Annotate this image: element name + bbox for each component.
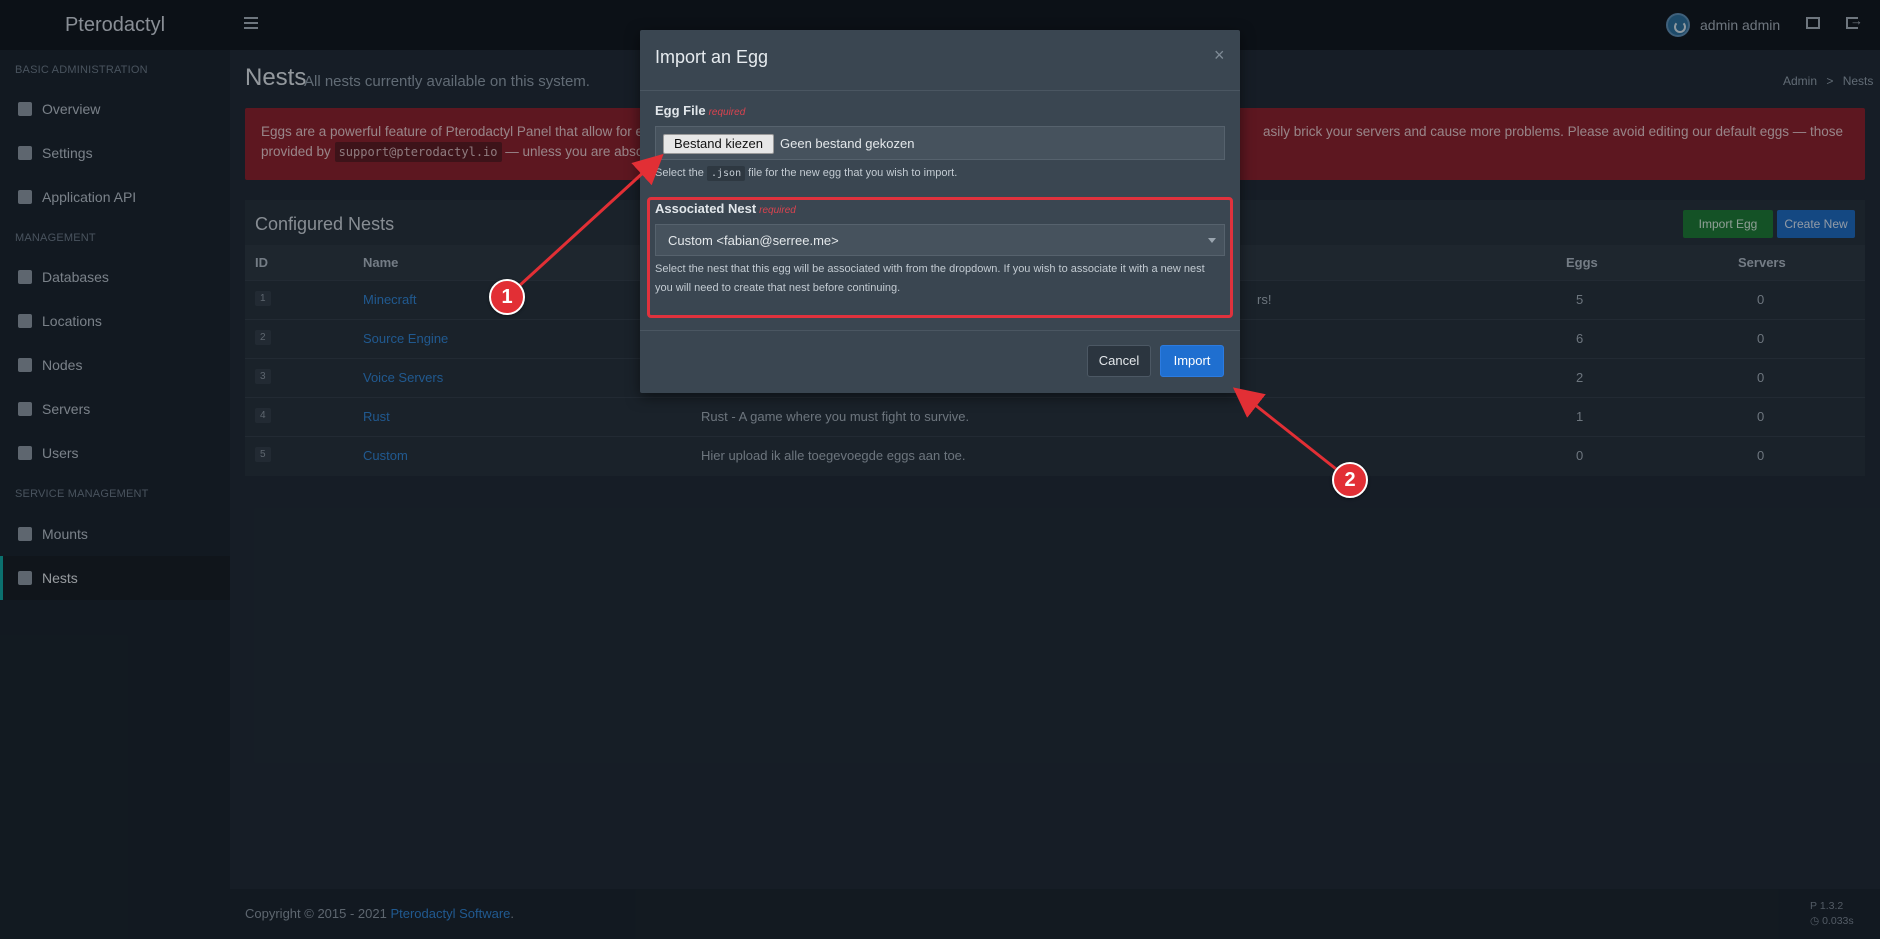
required-hint: required (759, 205, 796, 216)
file-help-code: .json (706, 166, 746, 181)
modal-title: Import an Egg (655, 47, 769, 67)
nest-help-line1: Select the nest that this egg will be as… (655, 263, 1205, 275)
close-icon[interactable]: × (1214, 45, 1225, 66)
required-hint: required (708, 107, 746, 118)
associated-nest-select[interactable]: Custom <fabian@serree.me> (655, 224, 1225, 256)
egg-file-label-text: Egg File (655, 103, 706, 118)
selected-nest: Custom <fabian@serree.me> (668, 233, 839, 248)
annotation-marker-1: 1 (489, 279, 525, 315)
import-egg-modal: Import an Egg × Egg File required Bestand… (640, 30, 1240, 393)
file-status: Geen bestand gekozen (780, 136, 915, 151)
import-button[interactable]: Import (1160, 345, 1224, 377)
egg-file-help: Select the .json file for the new egg th… (655, 164, 957, 183)
associated-nest-label: Associated Nest required (655, 201, 796, 216)
egg-file-input[interactable]: Bestand kiezen Geen bestand gekozen (655, 126, 1225, 160)
annotation-marker-2: 2 (1332, 462, 1368, 498)
associated-nest-help: Select the nest that this egg will be as… (655, 260, 1205, 298)
file-help-post: file for the new egg that you wish to im… (748, 167, 958, 179)
nest-label-text: Associated Nest (655, 201, 757, 216)
cancel-button[interactable]: Cancel (1087, 345, 1151, 377)
modal-divider (640, 90, 1240, 91)
modal-divider (640, 330, 1240, 331)
file-help-pre: Select the (655, 167, 704, 179)
choose-file-button[interactable]: Bestand kiezen (663, 134, 774, 154)
nest-help-line2: you will need to create that nest before… (655, 282, 901, 294)
chevron-down-icon (1208, 238, 1216, 243)
egg-file-label: Egg File required (655, 103, 745, 118)
